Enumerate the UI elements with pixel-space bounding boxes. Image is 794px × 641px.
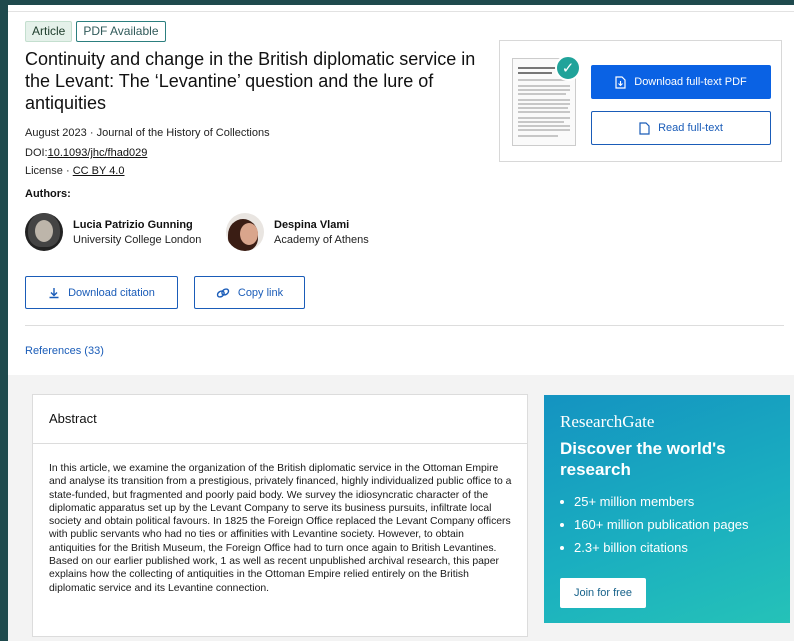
- copy-link-label: Copy link: [237, 286, 284, 299]
- pdf-card: ✓ Download full-text PDF Read full-text: [499, 40, 782, 162]
- authors-heading: Authors:: [25, 188, 71, 200]
- publication-date: August 2023: [25, 127, 87, 139]
- list-item: 25+ million members: [560, 490, 749, 513]
- pdf-available-badge: PDF Available: [76, 21, 166, 42]
- author-name[interactable]: Lucia Patrizio Gunning: [73, 219, 201, 231]
- doi-line: DOI:10.1093/jhc/fhad029: [25, 147, 147, 159]
- researchgate-logo: ResearchGate: [560, 412, 655, 431]
- publication-page: Article PDF Available Continuity and cha…: [8, 5, 794, 641]
- download-citation-button[interactable]: Download citation: [25, 276, 178, 309]
- doi-label: DOI:: [25, 147, 48, 159]
- stat-label: 160+ million publication pages: [574, 517, 749, 532]
- pdf-file-icon: [615, 75, 626, 89]
- author-card[interactable]: Despina Vlami Academy of Athens: [226, 213, 369, 251]
- copy-link-button[interactable]: Copy link: [194, 276, 305, 309]
- top-divider: [8, 11, 794, 12]
- abstract-heading: Abstract: [49, 411, 97, 426]
- avatar[interactable]: [25, 213, 63, 251]
- bullet-icon: [560, 499, 564, 504]
- publication-title: Continuity and change in the British dip…: [25, 49, 476, 113]
- abstract-card: Abstract In this article, we examine the…: [32, 394, 528, 637]
- license-link[interactable]: CC BY 4.0: [73, 165, 125, 177]
- download-icon: [49, 287, 59, 298]
- researchgate-promo: ResearchGate Discover the world's resear…: [544, 395, 790, 623]
- list-item: 2.3+ billion citations: [560, 536, 749, 559]
- article-badge: Article: [25, 21, 73, 42]
- section-divider: [25, 325, 784, 326]
- read-full-text-label: Read full-text: [658, 122, 723, 134]
- read-full-text-button[interactable]: Read full-text: [591, 111, 771, 145]
- references-tab[interactable]: References (33): [25, 345, 104, 357]
- join-button[interactable]: Join for free: [560, 578, 646, 608]
- meta-separator: ·: [89, 127, 94, 139]
- abstract-divider: [33, 443, 527, 444]
- document-icon: [639, 121, 650, 135]
- author-affiliation: Academy of Athens: [274, 233, 369, 246]
- author-affiliation: University College London: [73, 233, 202, 246]
- license-label: License: [25, 165, 63, 177]
- lower-section: Abstract In this article, we examine the…: [8, 375, 794, 641]
- journal-name: Journal of the History of Collections: [96, 127, 270, 139]
- author-card[interactable]: Lucia Patrizio Gunning University Colleg…: [25, 213, 201, 251]
- download-pdf-label: Download full-text PDF: [634, 76, 747, 88]
- stat-label: 2.3+ billion citations: [574, 540, 688, 555]
- license-line: License · CC BY 4.0: [25, 165, 125, 177]
- bullet-icon: [560, 522, 564, 527]
- publication-date-journal: August 2023 · Journal of the History of …: [25, 127, 270, 139]
- promo-stats: 25+ million members 160+ million publica…: [560, 490, 749, 559]
- abstract-text: In this article, we examine the organiza…: [49, 463, 512, 594]
- license-separator: ·: [65, 165, 70, 177]
- link-icon: [216, 287, 230, 298]
- bullet-icon: [560, 545, 564, 550]
- avatar[interactable]: [226, 213, 264, 251]
- list-item: 160+ million publication pages: [560, 513, 749, 536]
- stat-label: 25+ million members: [574, 494, 695, 509]
- badges: Article PDF Available: [25, 21, 166, 42]
- doi-link[interactable]: 10.1093/jhc/fhad029: [48, 147, 148, 159]
- promo-headline: Discover the world's research: [560, 439, 726, 479]
- author-name[interactable]: Despina Vlami: [274, 219, 369, 231]
- check-icon: ✓: [555, 55, 581, 81]
- download-pdf-button[interactable]: Download full-text PDF: [591, 65, 771, 99]
- download-citation-label: Download citation: [68, 286, 155, 299]
